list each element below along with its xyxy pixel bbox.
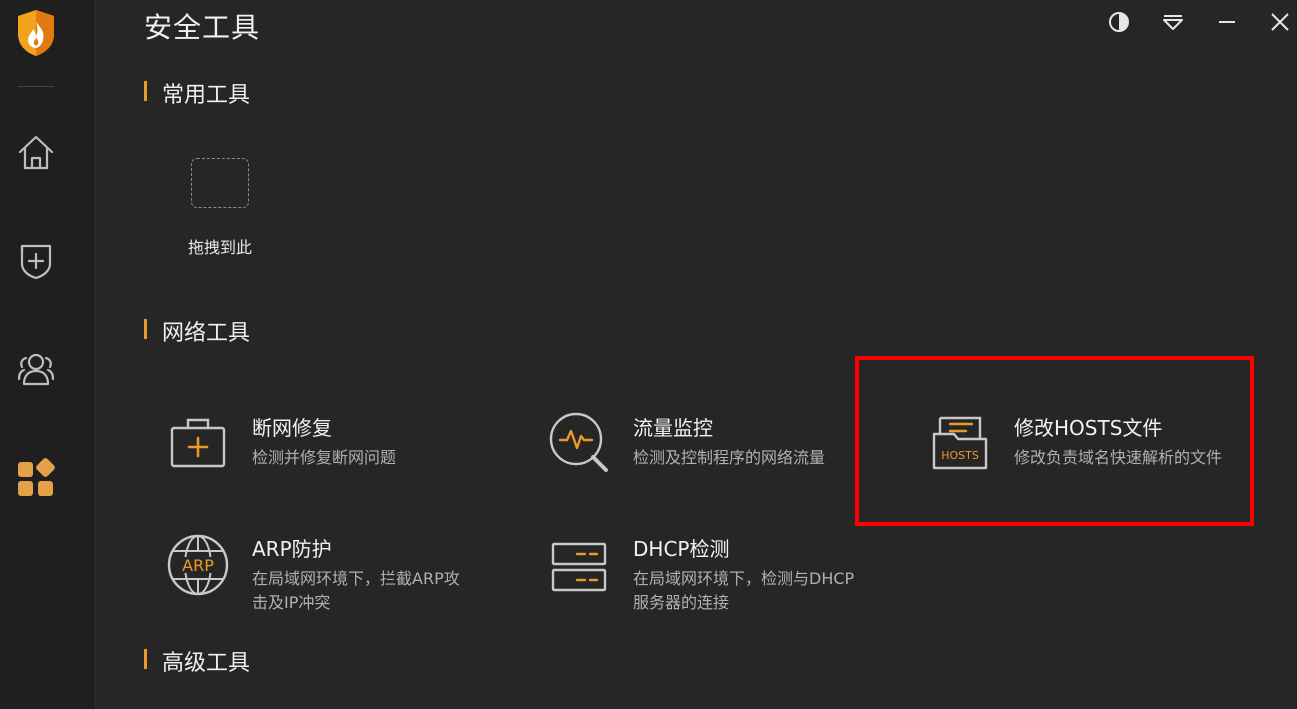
section-accent-bar	[144, 649, 147, 669]
tool-dhcp-detect[interactable]: DHCP检测 在局域网环境下，检测与DHCP 服务器的连接	[547, 533, 897, 623]
section-accent-bar	[144, 319, 147, 339]
tool-traffic-monitor[interactable]: 流量监控 检测及控制程序的网络流量	[547, 412, 857, 502]
svg-text:ARP: ARP	[182, 556, 214, 575]
apps-grid-icon	[18, 458, 55, 496]
tool-name: 断网修复	[252, 416, 332, 440]
tool-description: 检测及控制程序的网络流量	[633, 448, 826, 467]
tool-name: 修改HOSTS文件	[1014, 416, 1163, 440]
tool-name: ARP防护	[252, 537, 332, 561]
close-button[interactable]	[1266, 8, 1294, 36]
tool-name: DHCP检测	[633, 537, 730, 561]
tool-name: 流量监控	[633, 416, 713, 440]
minimize-button[interactable]	[1213, 8, 1241, 36]
traffic-monitor-icon	[547, 412, 611, 476]
drop-target-box[interactable]	[191, 158, 249, 208]
dhcp-server-icon	[547, 533, 611, 597]
section-title: 网络工具	[162, 321, 251, 346]
drop-slot-label: 拖拽到此	[187, 238, 252, 257]
sidebar-item-tools[interactable]	[14, 456, 58, 500]
tool-description-line: 服务器的连接	[633, 593, 730, 612]
sidebar-divider	[18, 86, 54, 87]
close-icon	[1271, 13, 1289, 31]
tool-description-line: 在局域网环境下，检测与DHCP	[633, 569, 855, 588]
shield-plus-icon	[20, 244, 52, 280]
hosts-file-icon: HOSTS	[928, 412, 992, 476]
tool-network-repair[interactable]: 断网修复 检测并修复断网问题	[166, 412, 466, 502]
tool-description: 修改负责域名快速解析的文件	[1014, 448, 1223, 467]
tool-description-line: 在局域网环境下，拦截ARP攻	[252, 569, 460, 588]
tool-description-line: 击及IP冲突	[252, 593, 331, 612]
app-logo-icon	[14, 8, 58, 58]
section-accent-bar	[144, 81, 147, 101]
tool-arp-protection[interactable]: ARP ARP防护 在局域网环境下，拦截ARP攻 击及IP冲突	[166, 533, 506, 623]
home-icon	[18, 135, 54, 170]
theme-icon	[1109, 12, 1129, 32]
tool-description: 在局域网环境下，拦截ARP攻 击及IP冲突	[252, 567, 460, 615]
theme-button[interactable]	[1105, 8, 1133, 36]
tool-description: 检测并修复断网问题	[252, 448, 397, 467]
first-aid-kit-icon	[166, 412, 230, 476]
svg-text:HOSTS: HOSTS	[941, 449, 979, 462]
tool-modify-hosts[interactable]: HOSTS 修改HOSTS文件 修改负责域名快速解析的文件	[928, 412, 1248, 502]
sidebar-item-home[interactable]	[14, 130, 58, 174]
sidebar-item-protection[interactable]	[14, 238, 58, 282]
sidebar	[0, 0, 96, 709]
minimize-icon	[1219, 21, 1235, 23]
section-title: 高级工具	[162, 651, 251, 676]
sidebar-item-users[interactable]	[14, 346, 58, 390]
users-icon	[17, 353, 55, 386]
arp-globe-icon: ARP	[166, 533, 230, 597]
menu-button[interactable]	[1159, 8, 1187, 36]
tool-description: 在局域网环境下，检测与DHCP 服务器的连接	[633, 567, 854, 615]
section-title: 常用工具	[162, 83, 251, 108]
menu-icon	[1163, 15, 1183, 30]
drop-slot[interactable]: 拖拽到此	[180, 150, 260, 260]
page-title: 安全工具	[144, 11, 261, 44]
